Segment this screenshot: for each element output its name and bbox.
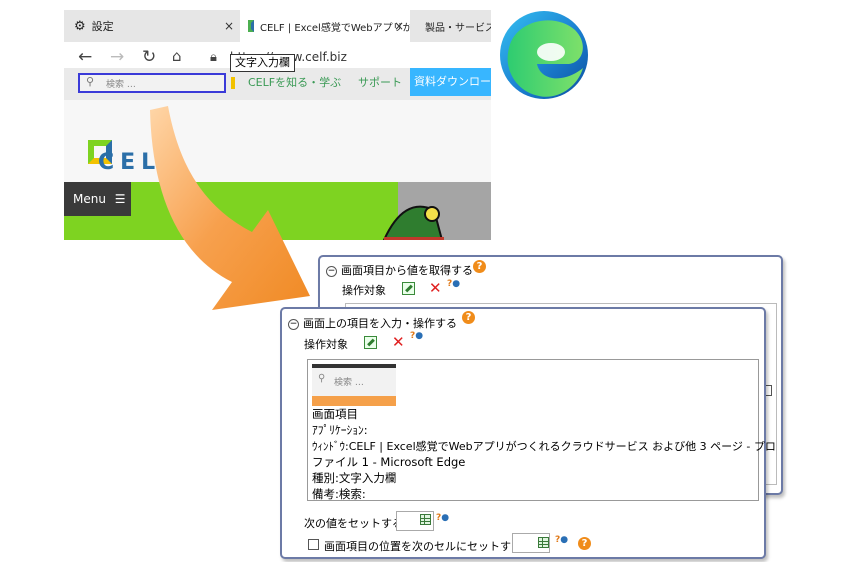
lock-icon[interactable]: 🔒︎ <box>210 50 217 65</box>
user-help-icon[interactable]: ?● <box>555 535 568 545</box>
info-window-cont: ファイル 1 - Microsoft Edge <box>312 455 466 469</box>
edge-logo-icon <box>500 11 588 99</box>
edit-icon[interactable] <box>364 336 377 349</box>
menu-label: Menu <box>73 192 106 206</box>
menu-button[interactable]: Menu ☰ <box>64 182 131 216</box>
help-icon[interactable]: ? <box>473 260 486 273</box>
collapse-icon[interactable]: − <box>326 265 337 277</box>
nav-link-learn[interactable]: CELFを知る・学ぶ <box>248 74 341 90</box>
tab-label: CELF | Excel感覚でWebアプリがつくれ <box>260 22 410 34</box>
search-icon: ⚲ <box>86 75 95 88</box>
back-icon[interactable]: ← <box>78 47 92 67</box>
set-position-checkbox[interactable] <box>308 539 319 550</box>
set-value-label: 次の値をセットする <box>304 517 403 530</box>
forward-icon[interactable]: → <box>110 47 124 67</box>
info-note: 備考:検索: <box>312 487 366 501</box>
set-position-label: 画面項目の位置を次のセルにセットする <box>324 540 522 553</box>
user-help-icon[interactable]: ?● <box>410 331 423 341</box>
celf-logo-text: CELF <box>98 150 183 175</box>
close-icon[interactable]: × <box>224 19 234 33</box>
edit-icon[interactable] <box>402 282 415 295</box>
delete-icon[interactable]: ✕ <box>392 335 405 350</box>
tab-settings[interactable]: ⚙ 設定 × <box>64 10 240 42</box>
gear-icon: ⚙ <box>74 18 86 34</box>
nav-marker-icon <box>231 77 235 89</box>
info-type: 種別:文字入力欄 <box>312 471 397 485</box>
input-operate-panel-title: − 画面上の項目を入力・操作する <box>288 317 457 330</box>
cell-select-icon[interactable] <box>420 514 431 525</box>
user-help-icon[interactable]: ?● <box>447 279 460 289</box>
thumb-placeholder: 検索 … <box>334 378 364 388</box>
info-heading: 画面項目 <box>312 407 358 421</box>
collapse-icon[interactable]: − <box>288 318 299 330</box>
nav-link-support[interactable]: サポート <box>358 74 402 90</box>
target-label: 操作対象 <box>304 338 348 351</box>
celf-favicon <box>248 20 254 32</box>
search-icon: ⚲ <box>318 373 326 384</box>
tab-bar: ⚙ 設定 × CELF | Excel感覚でWebアプリがつくれ × 製品・サー… <box>64 10 491 42</box>
get-value-panel-title: − 画面項目から値を取得する <box>326 264 473 277</box>
elf-illustration <box>382 205 444 240</box>
info-application: ｱﾌﾟﾘｹｰｼｮﾝ: <box>312 423 368 437</box>
target-info-box: ⚲ 検索 … 画面項目 ｱﾌﾟﾘｹｰｼｮﾝ: ｳｨﾝﾄﾞｳ:CELF | Exc… <box>307 359 776 501</box>
help-icon[interactable]: ? <box>578 537 591 550</box>
tab-label: 製品・サービス <box>425 22 491 34</box>
tooltip: 文字入力欄 <box>230 54 295 72</box>
search-input[interactable]: ⚲ 検索 … <box>78 73 226 93</box>
refresh-icon[interactable]: ↻ <box>142 47 156 67</box>
browser-screenshot: ⚙ 設定 × CELF | Excel感覚でWebアプリがつくれ × 製品・サー… <box>64 10 491 240</box>
target-label: 操作対象 <box>342 284 386 297</box>
download-button[interactable]: 資料ダウンロード <box>410 68 491 116</box>
help-icon[interactable]: ? <box>462 311 475 324</box>
tab-products[interactable]: 製品・サービス <box>414 10 491 42</box>
target-thumbnail: ⚲ 検索 … <box>312 364 396 406</box>
cell-select-icon[interactable] <box>538 537 549 548</box>
tab-celf[interactable]: CELF | Excel感覚でWebアプリがつくれ × <box>240 10 410 42</box>
info-window: ｳｨﾝﾄﾞｳ:CELF | Excel感覚でWebアプリがつくれるクラウドサービ… <box>312 440 776 453</box>
home-icon[interactable]: ⌂ <box>172 47 182 65</box>
search-placeholder: 検索 … <box>106 80 136 90</box>
close-icon[interactable]: × <box>394 19 404 33</box>
input-operate-panel: − 画面上の項目を入力・操作する ? 操作対象 ✕ ?● ⚲ 検索 … 画面項目 … <box>280 307 776 559</box>
thumb-orange-bar <box>312 396 396 406</box>
delete-icon[interactable]: ✕ <box>429 281 442 296</box>
hamburger-icon: ☰ <box>114 192 126 206</box>
tab-label: 設定 <box>91 20 114 33</box>
user-help-icon[interactable]: ?● <box>436 513 449 523</box>
